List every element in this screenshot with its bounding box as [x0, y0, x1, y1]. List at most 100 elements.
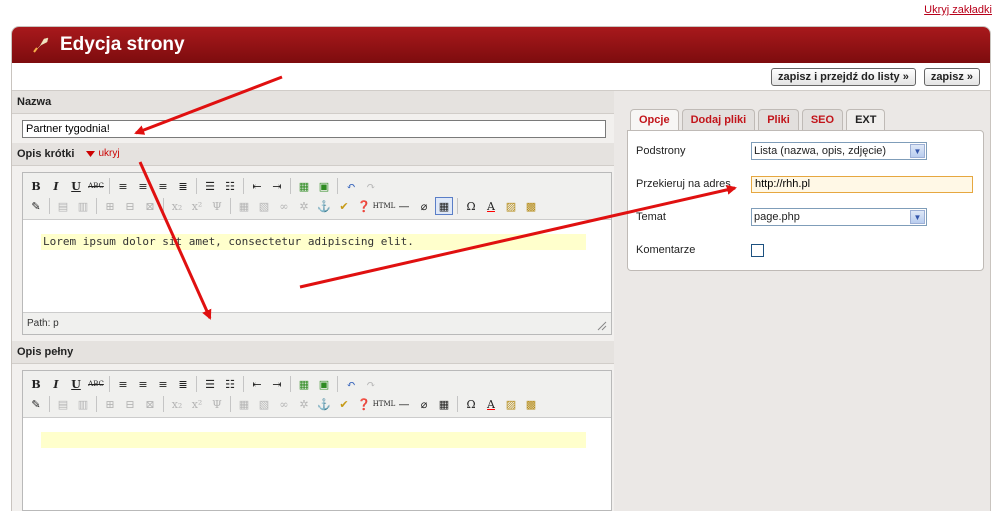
save-and-list-button[interactable]: zapisz i przejdź do listy »	[771, 68, 916, 86]
align-left-icon[interactable]: ≡	[114, 375, 132, 393]
merge-cells-icon[interactable]: ▦	[235, 395, 253, 413]
omega-icon[interactable]: Ω	[462, 197, 480, 215]
short-desc-heading: Opis krótki ukryj	[12, 143, 614, 166]
media-icon[interactable]: ▦	[295, 177, 313, 195]
insert-row-icon[interactable]: ⊞	[101, 395, 119, 413]
image-icon[interactable]: ▣	[315, 177, 333, 195]
toolbar-separator	[457, 396, 458, 412]
special-icon[interactable]: Ψ	[208, 395, 226, 413]
remove-format-icon[interactable]: ⌀	[415, 197, 433, 215]
unlink-icon[interactable]: ✲	[295, 395, 313, 413]
table-row-icon[interactable]: ▥	[74, 395, 92, 413]
indent-icon[interactable]: ⇥	[268, 375, 286, 393]
split-cell-icon[interactable]: ⊠	[141, 395, 159, 413]
help-icon[interactable]: ❓	[355, 395, 373, 413]
delete-row-icon[interactable]: ⊟	[121, 197, 139, 215]
undo-icon[interactable]: ↶	[342, 375, 360, 393]
italic-icon[interactable]: I	[47, 375, 65, 393]
align-justify-icon[interactable]: ≣	[174, 177, 192, 195]
horizontal-rule-icon[interactable]: —	[395, 395, 413, 413]
hide-short-desc-toggle[interactable]: ukryj	[86, 143, 120, 165]
italic-icon[interactable]: I	[47, 177, 65, 195]
html-icon[interactable]: HTML	[373, 197, 396, 215]
paste-word-icon[interactable]: ▨	[502, 197, 520, 215]
outdent-icon[interactable]: ⇤	[248, 177, 266, 195]
bold-icon[interactable]: B	[27, 177, 45, 195]
image-icon[interactable]: ▣	[315, 375, 333, 393]
resize-grip-icon[interactable]	[597, 321, 607, 331]
unlink-icon[interactable]: ✲	[295, 197, 313, 215]
toolbar-separator	[96, 198, 97, 214]
cleanup-icon[interactable]: ✔	[335, 197, 353, 215]
underline-icon[interactable]: U	[67, 375, 85, 393]
bullet-list-icon[interactable]: ☰	[201, 177, 219, 195]
tab-options[interactable]: Opcje	[630, 109, 679, 130]
theme-select[interactable]: page.php ▼	[751, 208, 927, 226]
table-delete-icon[interactable]: ▧	[255, 395, 273, 413]
merge-cells-icon[interactable]: ▦	[235, 197, 253, 215]
anchor-icon[interactable]: ⚓	[315, 395, 333, 413]
split-cell-icon[interactable]: ⊠	[141, 197, 159, 215]
text-color-icon[interactable]: A	[482, 197, 500, 215]
subpages-select[interactable]: Lista (nazwa, opis, zdjęcie) ▼	[751, 142, 927, 160]
comments-checkbox[interactable]	[751, 243, 764, 257]
edit-html-icon[interactable]: ✎	[27, 395, 45, 413]
help-icon[interactable]: ❓	[355, 197, 373, 215]
link-icon[interactable]: ∞	[275, 197, 293, 215]
paste-text-icon[interactable]: ▩	[522, 197, 540, 215]
text-color-icon[interactable]: A	[482, 395, 500, 413]
special-icon[interactable]: Ψ	[208, 197, 226, 215]
short-desc-content[interactable]: Lorem ipsum dolor sit amet, consectetur …	[23, 220, 611, 312]
hide-tabs-link[interactable]: Ukryj zakładki	[924, 4, 992, 16]
align-left-icon[interactable]: ≡	[114, 177, 132, 195]
strikethrough-icon[interactable]: ABC	[87, 375, 105, 393]
underline-icon[interactable]: U	[67, 177, 85, 195]
tab-files[interactable]: Pliki	[758, 109, 799, 130]
table-delete-icon[interactable]: ▧	[255, 197, 273, 215]
tab-seo[interactable]: SEO	[801, 109, 844, 130]
align-justify-icon[interactable]: ≣	[174, 375, 192, 393]
undo-icon[interactable]: ↶	[342, 177, 360, 195]
indent-icon[interactable]: ⇥	[268, 177, 286, 195]
redo-icon[interactable]: ↷	[362, 375, 380, 393]
table-props-icon[interactable]: ▤	[54, 197, 72, 215]
edit-html-icon[interactable]: ✎	[27, 197, 45, 215]
strikethrough-icon[interactable]: ABC	[87, 177, 105, 195]
numbered-list-icon[interactable]: ☷	[221, 177, 239, 195]
table-icon[interactable]: ▦	[435, 395, 453, 413]
bullet-list-icon[interactable]: ☰	[201, 375, 219, 393]
superscript-icon[interactable]: x²	[188, 197, 206, 215]
bold-icon[interactable]: B	[27, 375, 45, 393]
cleanup-icon[interactable]: ✔	[335, 395, 353, 413]
numbered-list-icon[interactable]: ☷	[221, 375, 239, 393]
tab-ext[interactable]: EXT	[846, 109, 886, 130]
subscript-icon[interactable]: x₂	[168, 197, 186, 215]
outdent-icon[interactable]: ⇤	[248, 375, 266, 393]
tab-add-files[interactable]: Dodaj pliki	[681, 109, 756, 130]
full-desc-content[interactable]	[23, 418, 611, 510]
align-right-icon[interactable]: ≡	[154, 375, 172, 393]
anchor-icon[interactable]: ⚓	[315, 197, 333, 215]
paste-text-icon[interactable]: ▩	[522, 395, 540, 413]
redo-icon[interactable]: ↷	[362, 177, 380, 195]
align-right-icon[interactable]: ≡	[154, 177, 172, 195]
redirect-url-input[interactable]	[751, 175, 973, 193]
table-icon[interactable]: ▦	[435, 197, 453, 215]
delete-row-icon[interactable]: ⊟	[121, 395, 139, 413]
save-button[interactable]: zapisz »	[923, 68, 980, 86]
insert-row-icon[interactable]: ⊞	[101, 197, 119, 215]
omega-icon[interactable]: Ω	[462, 395, 480, 413]
remove-format-icon[interactable]: ⌀	[415, 395, 433, 413]
html-icon[interactable]: HTML	[373, 395, 396, 413]
link-icon[interactable]: ∞	[275, 395, 293, 413]
align-center-icon[interactable]: ≡	[134, 177, 152, 195]
align-center-icon[interactable]: ≡	[134, 375, 152, 393]
table-row-icon[interactable]: ▥	[74, 197, 92, 215]
table-props-icon[interactable]: ▤	[54, 395, 72, 413]
horizontal-rule-icon[interactable]: —	[395, 197, 413, 215]
name-input[interactable]	[22, 120, 606, 138]
paste-word-icon[interactable]: ▨	[502, 395, 520, 413]
superscript-icon[interactable]: x²	[188, 395, 206, 413]
subscript-icon[interactable]: x₂	[168, 395, 186, 413]
media-icon[interactable]: ▦	[295, 375, 313, 393]
